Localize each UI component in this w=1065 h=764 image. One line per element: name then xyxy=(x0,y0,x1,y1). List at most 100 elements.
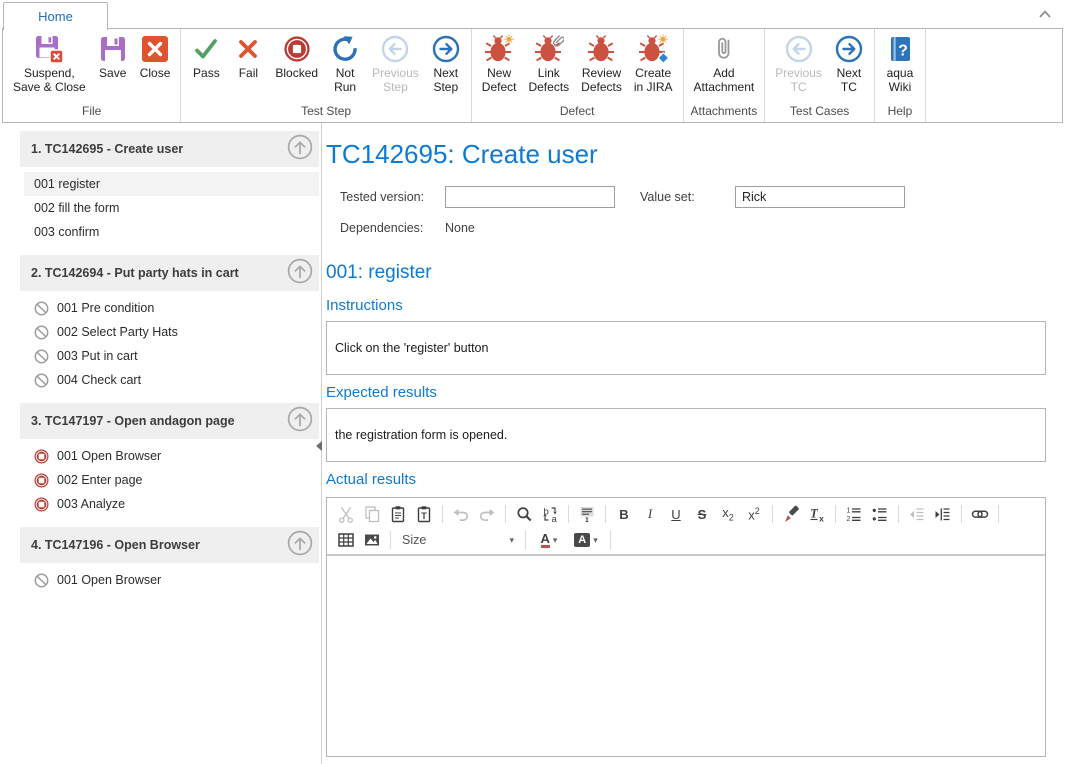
increase-indent-button[interactable] xyxy=(930,502,956,526)
bug-link-icon xyxy=(534,33,564,65)
main-panel: TC142695: Create user Tested version: Va… xyxy=(322,123,1065,764)
ribbon-button-previous-tc[interactable]: Previous TC xyxy=(769,32,828,95)
ribbon-button-next-tc[interactable]: Next TC xyxy=(828,32,870,95)
ribbon-button-review-defects[interactable]: Review Defects xyxy=(575,32,628,95)
bulleted-list-button[interactable] xyxy=(867,502,893,526)
testcase-header[interactable]: 2. TC142694 - Put party hats in cart xyxy=(20,255,319,291)
ribbon-button-link-defects[interactable]: Link Defects xyxy=(522,32,575,95)
find-button[interactable] xyxy=(511,502,537,526)
superscript-button[interactable]: x2 xyxy=(741,502,767,526)
insert-image-button[interactable] xyxy=(359,528,385,552)
step-item[interactable]: 004 Check cart xyxy=(24,368,319,392)
ribbon-button-suspend-save-close[interactable]: Suspend, Save & Close xyxy=(7,32,92,95)
select-all-button[interactable] xyxy=(574,502,600,526)
prev-icon xyxy=(380,33,410,65)
actual-results-editor-content[interactable] xyxy=(327,556,1045,756)
testcase-header-title: 1. TC142695 - Create user xyxy=(31,142,287,156)
ribbon-group-file: Suspend, Save & CloseSaveCloseFile xyxy=(3,29,181,122)
step-item[interactable]: 003 confirm xyxy=(24,220,319,244)
undo-icon xyxy=(452,505,470,523)
decrease-indent-button[interactable] xyxy=(904,502,930,526)
step-title: 001: register xyxy=(326,262,1046,284)
notrun-icon xyxy=(34,301,49,316)
tested-version-input[interactable] xyxy=(445,186,615,208)
font-size-label: Size xyxy=(402,533,426,547)
ribbon: Suspend, Save & CloseSaveCloseFile Pass Fa… xyxy=(2,28,1063,123)
ribbon-button-blocked[interactable]: Blocked xyxy=(269,32,324,82)
numbered-list-button[interactable]: 12 xyxy=(841,502,867,526)
undo-button[interactable] xyxy=(448,502,474,526)
toolbar-separator xyxy=(505,505,506,523)
notrun-icon xyxy=(34,573,49,588)
step-item[interactable]: 002 Enter page xyxy=(24,468,319,492)
svg-text:a: a xyxy=(552,514,558,523)
ribbon-button-label: Link Defects xyxy=(528,67,569,94)
instructions-heading: Instructions xyxy=(326,297,1046,314)
testcase-header[interactable]: 4. TC147196 - Open Browser xyxy=(20,527,319,563)
ribbon-button-create-in-jira[interactable]: Create in JIRA xyxy=(628,32,679,95)
group-up-button[interactable] xyxy=(287,532,313,558)
paste-as-text-button[interactable]: T xyxy=(411,502,437,526)
ribbon-button-add-attachment[interactable]: Add Attachment xyxy=(688,32,761,95)
insert-table-button[interactable] xyxy=(333,528,359,552)
font-size-button[interactable]: Size▾ xyxy=(396,528,520,552)
ribbon-group-label: Defect xyxy=(472,103,683,122)
link-button[interactable] xyxy=(967,502,993,526)
ribbon-group-attachments: Add AttachmentAttachments xyxy=(684,29,766,122)
testcase-header[interactable]: 1. TC142695 - Create user xyxy=(20,131,319,167)
cut-button[interactable] xyxy=(333,502,359,526)
bold-button[interactable]: B xyxy=(611,502,637,526)
format-painter-button[interactable] xyxy=(778,502,804,526)
group-up-button[interactable] xyxy=(287,260,313,286)
group-up-button[interactable] xyxy=(287,408,313,434)
step-item[interactable]: 001 Pre condition xyxy=(24,296,319,320)
up-arrow-icon xyxy=(287,258,313,289)
ribbon-button-label: Create in JIRA xyxy=(634,67,673,94)
step-item[interactable]: 001 register xyxy=(24,172,319,196)
value-set-input[interactable] xyxy=(735,186,905,208)
step-item[interactable]: 001 Open Browser xyxy=(24,444,319,468)
svg-text:2: 2 xyxy=(847,516,851,523)
step-item[interactable]: 001 Open Browser xyxy=(24,568,319,592)
toolbar-separator xyxy=(961,505,962,523)
testcase-header[interactable]: 3. TC147197 - Open andagon page xyxy=(20,403,319,439)
ribbon-button-next-step[interactable]: Next Step xyxy=(425,32,467,95)
step-item-label: 001 Open Browser xyxy=(57,449,161,463)
strikethrough-button[interactable]: S xyxy=(689,502,715,526)
ribbon-button-pass[interactable]: Pass xyxy=(185,32,227,82)
ribbon-button-aqua-wiki[interactable]: ?aqua Wiki xyxy=(879,32,921,95)
underline-button[interactable]: U xyxy=(663,502,689,526)
replace-button[interactable]: ba xyxy=(537,502,563,526)
background-color-button[interactable]: A▾ xyxy=(567,528,605,552)
step-item[interactable]: 002 Select Party Hats xyxy=(24,320,319,344)
toolbar-separator xyxy=(898,505,899,523)
ribbon-group-defect: New DefectLink DefectsReview DefectsCrea… xyxy=(472,29,684,122)
ribbon-tab-row: Home xyxy=(0,0,1065,28)
svg-text:T: T xyxy=(421,511,427,521)
group-up-button[interactable] xyxy=(287,136,313,162)
subscript-button[interactable]: x2 xyxy=(715,502,741,526)
step-item[interactable]: 002 fill the form xyxy=(24,196,319,220)
ribbon-button-not-run[interactable]: Not Run xyxy=(324,32,366,95)
toolbar-separator xyxy=(998,505,999,523)
ribbon-group-label: Help xyxy=(875,103,925,122)
ribbon-button-previous-step[interactable]: Previous Step xyxy=(366,32,425,95)
ribbon-button-fail[interactable]: Fail xyxy=(227,32,269,82)
ribbon-button-new-defect[interactable]: New Defect xyxy=(476,32,523,95)
ribbon-button-label: Pass xyxy=(193,67,220,81)
remove-format-button[interactable]: Tx xyxy=(804,502,830,526)
text-color-button[interactable]: A▾ xyxy=(531,528,567,552)
copy-button[interactable] xyxy=(359,502,385,526)
ribbon-button-close[interactable]: Close xyxy=(134,32,177,82)
sidebar-collapse-handle[interactable] xyxy=(316,441,322,451)
ribbon-collapse-button[interactable] xyxy=(1037,7,1053,19)
ribbon-button-label: Suspend, Save & Close xyxy=(13,67,86,94)
tab-home[interactable]: Home xyxy=(3,2,108,30)
testcase-group: 1. TC142695 - Create user 001 register002… xyxy=(20,131,319,244)
step-item[interactable]: 003 Analyze xyxy=(24,492,319,516)
redo-button[interactable] xyxy=(474,502,500,526)
italic-button[interactable]: I xyxy=(637,502,663,526)
paste-button[interactable] xyxy=(385,502,411,526)
ribbon-button-save[interactable]: Save xyxy=(92,32,134,82)
step-item[interactable]: 003 Put in cart xyxy=(24,344,319,368)
